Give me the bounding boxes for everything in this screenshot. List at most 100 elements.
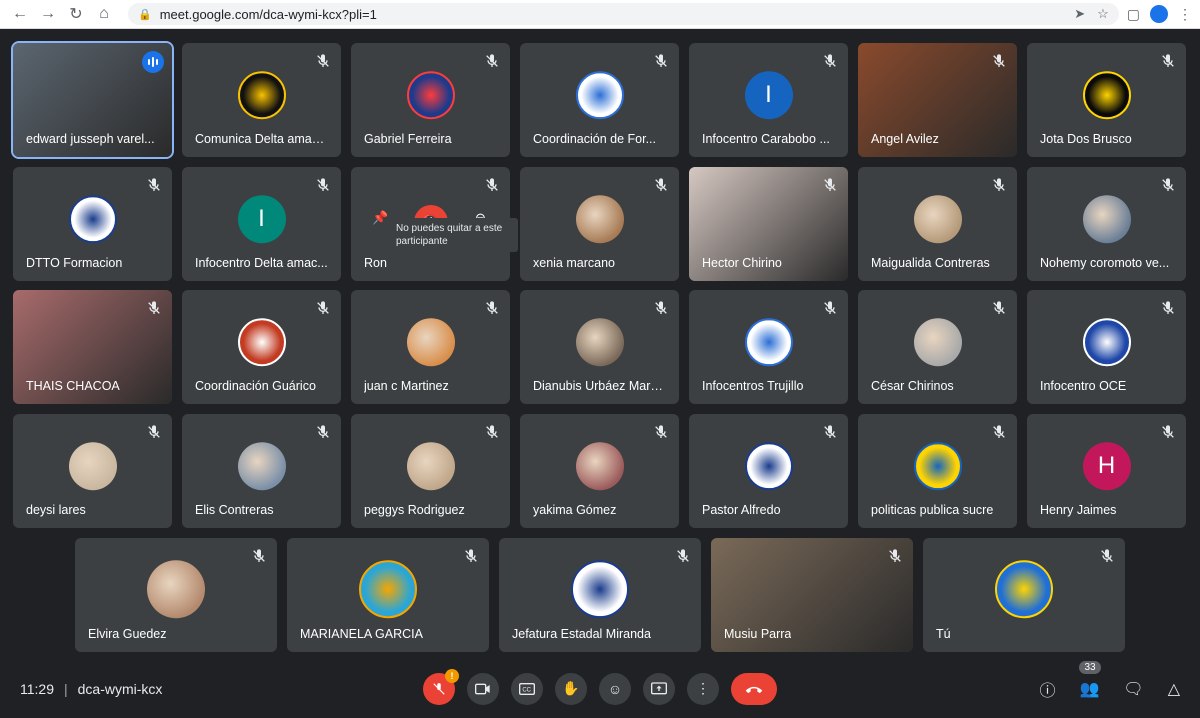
participant-tile[interactable]: Coordinación de For... — [520, 43, 679, 157]
participant-tile[interactable]: H Henry Jaimes — [1027, 414, 1186, 528]
participant-name: Dianubis Urbáez Marc... — [533, 379, 666, 393]
chat-icon[interactable]: 🗨 — [1123, 679, 1143, 699]
muted-mic-icon — [1160, 53, 1176, 69]
participant-avatar: I — [744, 71, 793, 120]
participant-name: politicas publica sucre — [871, 503, 994, 517]
participant-tile[interactable]: Jefatura Estadal Miranda — [499, 538, 701, 652]
participant-tile[interactable]: THAIS CHACOA — [13, 290, 172, 404]
muted-mic-icon — [1099, 548, 1115, 564]
muted-mic-icon — [484, 53, 500, 69]
participant-avatar — [68, 442, 117, 491]
participant-name: Musiu Parra — [724, 627, 792, 641]
participant-name: Infocentro Carabobo ... — [702, 132, 830, 146]
separator: | — [64, 680, 68, 697]
participant-tile[interactable]: Nohemy coromoto ve... — [1027, 167, 1186, 281]
participant-tile[interactable]: Elvira Guedez — [75, 538, 277, 652]
participant-name: Nohemy coromoto ve... — [1040, 256, 1170, 270]
participant-name: Maigualida Contreras — [871, 256, 990, 270]
meeting-details-icon[interactable]: ⓘ — [1039, 677, 1055, 701]
present-screen-button[interactable] — [643, 672, 675, 705]
forward-icon[interactable]: → — [36, 2, 60, 26]
svg-text:CC: CC — [522, 687, 531, 693]
participant-tile[interactable]: juan c Martinez — [351, 290, 510, 404]
participant-tile[interactable]: Angel Avilez — [858, 43, 1017, 157]
hand-icon: ✋ — [562, 680, 580, 696]
participant-tile[interactable]: peggys Rodriguez — [351, 414, 510, 528]
reload-icon[interactable]: ↻ — [64, 2, 88, 26]
participant-tile[interactable]: I Infocentro Delta amac... — [182, 167, 341, 281]
camera-toggle-button[interactable] — [467, 672, 499, 705]
mic-off-icon — [433, 682, 445, 695]
muted-mic-icon — [991, 300, 1007, 316]
participant-tile[interactable]: Pastor Alfredo — [689, 414, 848, 528]
participant-tile[interactable]: Comunica Delta amac... — [182, 43, 341, 157]
more-options-button[interactable]: ⋮ — [687, 672, 719, 705]
participant-avatar — [1082, 318, 1131, 367]
meeting-time: 11:29 — [20, 680, 54, 697]
participant-tile[interactable]: Maigualida Contreras — [858, 167, 1017, 281]
participant-tile[interactable]: Dianubis Urbáez Marc... — [520, 290, 679, 404]
participant-tile[interactable]: politicas publica sucre — [858, 414, 1017, 528]
participant-tile[interactable]: Elis Contreras — [182, 414, 341, 528]
participant-name: Tú — [936, 627, 951, 641]
people-button[interactable]: 33 👥 — [1079, 660, 1101, 699]
emoji-icon: ☺ — [607, 680, 623, 697]
remove-participant-tooltip: No puedes quitar a este participante — [390, 218, 518, 252]
participant-tile[interactable]: edward jusseph varel... — [11, 41, 174, 159]
muted-mic-icon — [822, 300, 838, 316]
participant-name: Elvira Guedez — [88, 627, 167, 641]
participant-tile[interactable]: Jota Dos Brusco — [1027, 43, 1186, 157]
participant-tile[interactable]: Tú — [923, 538, 1125, 652]
present-icon — [651, 681, 667, 694]
participant-name: Comunica Delta amac... — [195, 132, 328, 146]
muted-mic-icon — [822, 177, 838, 193]
leave-call-button[interactable] — [731, 672, 777, 705]
participant-avatar — [147, 560, 205, 619]
participant-name: Angel Avilez — [871, 132, 939, 146]
participant-tile[interactable]: Gabriel Ferreira — [351, 43, 510, 157]
participant-count-badge: 33 — [1079, 660, 1101, 674]
back-icon[interactable]: ← — [8, 2, 32, 26]
muted-mic-icon — [1160, 424, 1176, 440]
menu-kebab-icon[interactable]: ⋮ — [1178, 6, 1192, 23]
profile-avatar[interactable] — [1150, 5, 1168, 23]
side-panel-icon[interactable]: ▢ — [1127, 6, 1140, 23]
participant-name: Pastor Alfredo — [702, 503, 781, 517]
participant-tile[interactable]: Hector Chirino — [689, 167, 848, 281]
home-icon[interactable]: ⌂ — [92, 2, 116, 26]
mic-toggle-button[interactable]: ! — [423, 668, 459, 705]
reactions-button[interactable]: ☺ — [599, 672, 631, 705]
participant-tile[interactable]: Infocentro OCE — [1027, 290, 1186, 404]
participant-grid: edward jusseph varel... Comunica Delta am… — [0, 29, 1200, 659]
participant-name: THAIS CHACOA — [26, 379, 120, 393]
muted-mic-icon — [484, 300, 500, 316]
participant-tile[interactable]: Musiu Parra — [711, 538, 913, 652]
captions-button[interactable]: CC — [511, 672, 543, 705]
activities-icon[interactable]: △ — [1168, 679, 1180, 699]
participant-tile[interactable]: Infocentros Trujillo — [689, 290, 848, 404]
muted-mic-icon — [991, 424, 1007, 440]
participant-tile[interactable]: yakima Gómez — [520, 414, 679, 528]
participant-name: Gabriel Ferreira — [364, 132, 452, 146]
participant-tile[interactable]: DTTO Formacion — [13, 167, 172, 281]
participant-avatar — [237, 71, 286, 120]
muted-mic-icon — [653, 300, 669, 316]
participant-tile[interactable]: MARIANELA GARCIA — [287, 538, 489, 652]
participant-tile[interactable]: xenia marcano — [520, 167, 679, 281]
participant-tile[interactable]: César Chirinos — [858, 290, 1017, 404]
muted-mic-icon — [653, 177, 669, 193]
muted-mic-icon — [315, 424, 331, 440]
participant-tile[interactable]: I Infocentro Carabobo ... — [689, 43, 848, 157]
participant-name: Infocentro Delta amac... — [195, 256, 328, 270]
muted-mic-icon — [822, 424, 838, 440]
share-icon[interactable]: ➤ — [1074, 6, 1085, 22]
meeting-code: dca-wymi-kcx — [77, 680, 163, 697]
address-bar[interactable]: 🔒 meet.google.com/dca-wymi-kcx?pli=1 ➤ ☆ — [128, 3, 1119, 25]
participant-avatar — [913, 318, 962, 367]
bookmark-star-icon[interactable]: ☆ — [1097, 6, 1109, 22]
participant-avatar: H — [1082, 442, 1131, 491]
participant-tile[interactable]: deysi lares — [13, 414, 172, 528]
raise-hand-button[interactable]: ✋ — [555, 672, 587, 705]
url-text[interactable]: meet.google.com/dca-wymi-kcx?pli=1 — [160, 7, 1075, 22]
participant-tile[interactable]: Coordinación Guárico — [182, 290, 341, 404]
